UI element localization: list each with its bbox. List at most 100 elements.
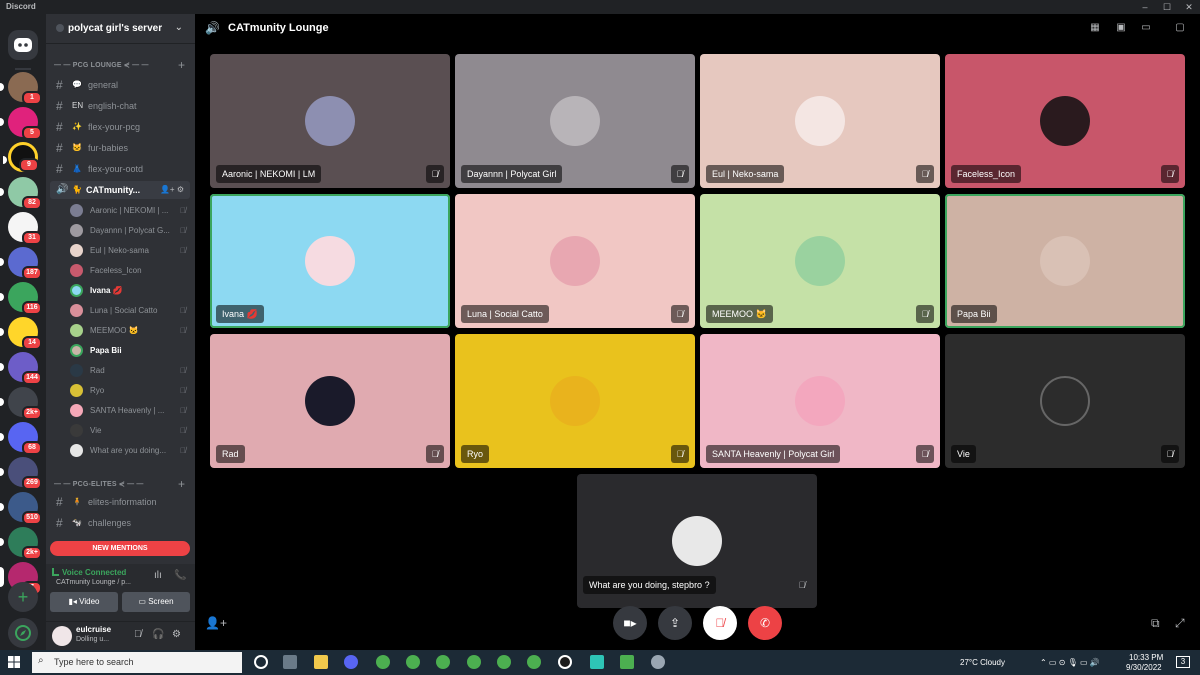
channel-item[interactable]: # 🧍 elites-information (50, 493, 190, 511)
voice-user[interactable]: SANTA Heavenly | ... 🎙̸ (70, 402, 190, 420)
participant-tile[interactable]: Rad 🎙̸ (210, 334, 450, 468)
file-explorer-icon[interactable] (314, 655, 328, 669)
windows-start-icon[interactable] (8, 656, 20, 668)
clock-time[interactable]: 10:33 PM (1129, 653, 1163, 662)
notification-center-icon[interactable]: 3 (1176, 656, 1190, 668)
category-header[interactable]: — — PCG-ELITES ⋞ — — (54, 480, 144, 488)
voice-user[interactable]: What are you doing... 🎙̸ (70, 442, 190, 460)
app-icon[interactable] (558, 655, 572, 669)
voice-user[interactable]: Ryo 🎙̸ (70, 382, 190, 400)
server-folder-icon[interactable]: 269 (0, 457, 42, 490)
disconnect-button[interactable]: ✆ (748, 606, 782, 640)
task-view-icon[interactable] (283, 655, 297, 669)
participant-tile[interactable]: Ryo 🎙̸ (455, 334, 695, 468)
screen-share-button[interactable]: ▭ Screen (122, 592, 190, 612)
category-header[interactable]: — — PCG LOUNGE ⋞ — — (54, 61, 149, 69)
mic-muted-icon[interactable]: 🎙̸ (134, 629, 142, 640)
participant-tile[interactable]: Faceless_Icon 🎙̸ (945, 54, 1185, 188)
participant-tile[interactable]: Vie 🎙̸ (945, 334, 1185, 468)
server-folder-icon[interactable]: 144 (0, 352, 42, 385)
chrome-icon[interactable] (467, 655, 481, 669)
camera-button[interactable]: ■▸ (613, 606, 647, 640)
popout-window-icon[interactable]: ⧉ (1151, 616, 1160, 631)
channel-item[interactable]: # 🐱 fur-babies (50, 139, 190, 157)
voice-user[interactable]: Eul | Neko-sama 🎙̸ (70, 242, 190, 260)
voice-user[interactable]: Vie 🎙̸ (70, 422, 190, 440)
participant-tile[interactable]: Eul | Neko-sama 🎙̸ (700, 54, 940, 188)
participant-tile[interactable]: Aaronic | NEKOMI | LM 🎙̸ (210, 54, 450, 188)
server-icon[interactable]: 116 (0, 282, 42, 315)
server-icon[interactable]: 68 (0, 422, 42, 455)
voice-status-title[interactable]: Voice Connected (62, 568, 126, 577)
voice-channel-active[interactable]: 🔊 🐈 CATmunity... 👤+ ⚙ (50, 181, 190, 199)
voice-user[interactable]: Aaronic | NEKOMI | ... 🎙̸ (70, 202, 190, 220)
channel-item[interactable]: # 👗 flex-your-ootd (50, 160, 190, 178)
server-folder-icon[interactable]: 2k+ (0, 527, 42, 560)
voice-user[interactable]: Dayannn | Polycat G... 🎙̸ (70, 222, 190, 240)
mute-button[interactable]: 🎙̸ (703, 606, 737, 640)
add-channel-icon[interactable]: + (178, 477, 185, 491)
explore-servers-button[interactable] (8, 618, 38, 648)
server-icon[interactable]: 82 (0, 177, 42, 210)
app-icon[interactable] (651, 655, 665, 669)
new-mentions-pill[interactable]: NEW MENTIONS (50, 541, 190, 556)
participant-tile-speaking[interactable]: Ivana 💋 (210, 194, 450, 328)
participant-tile[interactable]: SANTA Heavenly | Polycat Girl 🎙̸ (700, 334, 940, 468)
chrome-icon[interactable] (406, 655, 420, 669)
system-tray-icons[interactable]: ⌃ ▭ ⊙ 🎙 ▭ 🔊 (1040, 658, 1100, 667)
pin-icon[interactable]: ▭ (1139, 22, 1153, 34)
invite-user-icon[interactable]: 👤+ (205, 616, 227, 630)
server-folder-icon[interactable]: 187 (0, 247, 42, 280)
server-header[interactable]: polycat girl's server ⌄ (46, 14, 195, 44)
minimize-button[interactable]: – (1134, 0, 1156, 14)
maximize-button[interactable]: ☐ (1156, 0, 1178, 14)
voice-user[interactable]: Faceless_Icon (70, 262, 190, 280)
add-server-button[interactable]: + (8, 582, 38, 612)
channel-item[interactable]: # EN english-chat (50, 97, 190, 115)
voice-user[interactable]: Rad 🎙̸ (70, 362, 190, 380)
channel-item[interactable]: # 💬 general (50, 76, 190, 94)
server-icon[interactable]: 5 (0, 107, 42, 140)
server-icon[interactable]: 14 (0, 317, 42, 350)
video-button[interactable]: ▮◂ Video (50, 592, 118, 612)
voice-user[interactable]: Luna | Social Catto 🎙̸ (70, 302, 190, 320)
participant-tile[interactable]: Luna | Social Catto 🎙̸ (455, 194, 695, 328)
channel-item[interactable]: # 🐄 challenges (50, 514, 190, 532)
home-button[interactable] (8, 30, 38, 60)
server-icon[interactable]: 31 (8, 212, 42, 245)
disconnect-icon[interactable]: 📞 (174, 570, 186, 581)
popout-icon[interactable]: ▣ (1114, 22, 1128, 34)
server-folder-icon[interactable]: 510 (0, 492, 42, 525)
participant-tile-speaking[interactable]: Papa Bii (945, 194, 1185, 328)
noise-suppression-icon[interactable]: ılı (154, 570, 162, 581)
chrome-icon[interactable] (527, 655, 541, 669)
chat-icon[interactable]: ▢ (1173, 22, 1187, 34)
screen-share-button[interactable]: ⇪ (658, 606, 692, 640)
chrome-icon[interactable] (376, 655, 390, 669)
participant-tile[interactable]: Dayannn | Polycat Girl 🎙̸ (455, 54, 695, 188)
gear-icon[interactable]: ⚙ (172, 629, 181, 640)
discord-taskbar-icon[interactable] (344, 655, 358, 669)
clock-date[interactable]: 9/30/2022 (1126, 663, 1162, 672)
server-icon[interactable]: 9 (3, 142, 39, 172)
voice-status-location[interactable]: CATmunity Lounge / p... (56, 579, 131, 586)
avatar[interactable] (52, 626, 72, 646)
voice-user-speaking[interactable]: Ivana 💋 (70, 282, 190, 300)
participant-tile[interactable]: MEEMOO 🐱 🎙̸ (700, 194, 940, 328)
app-icon[interactable] (590, 655, 604, 669)
self-participant-tile[interactable]: What are you doing, stepbro ? 🎙̸ (577, 474, 817, 608)
chrome-icon[interactable] (436, 655, 450, 669)
voice-user-speaking[interactable]: Papa Bii (70, 342, 190, 360)
channel-item[interactable]: # ✨ flex-your-pcg (50, 118, 190, 136)
weather-widget[interactable]: 27°C Cloudy (960, 658, 1005, 667)
voice-user[interactable]: MEEMOO 🐱 🎙̸ (70, 322, 190, 340)
chrome-icon[interactable] (497, 655, 511, 669)
server-icon[interactable]: 1 (0, 72, 42, 105)
headphones-icon[interactable]: 🎧 (152, 629, 164, 640)
fullscreen-icon[interactable]: ⤢ (1175, 616, 1185, 631)
taskbar-search-box[interactable]: ⌕ Type here to search (32, 652, 242, 673)
grid-layout-icon[interactable]: ▦ (1088, 22, 1102, 34)
username[interactable]: eulcruise (76, 625, 111, 634)
close-button[interactable]: ✕ (1178, 0, 1200, 14)
channel-actions[interactable]: 👤+ ⚙ (160, 185, 184, 194)
